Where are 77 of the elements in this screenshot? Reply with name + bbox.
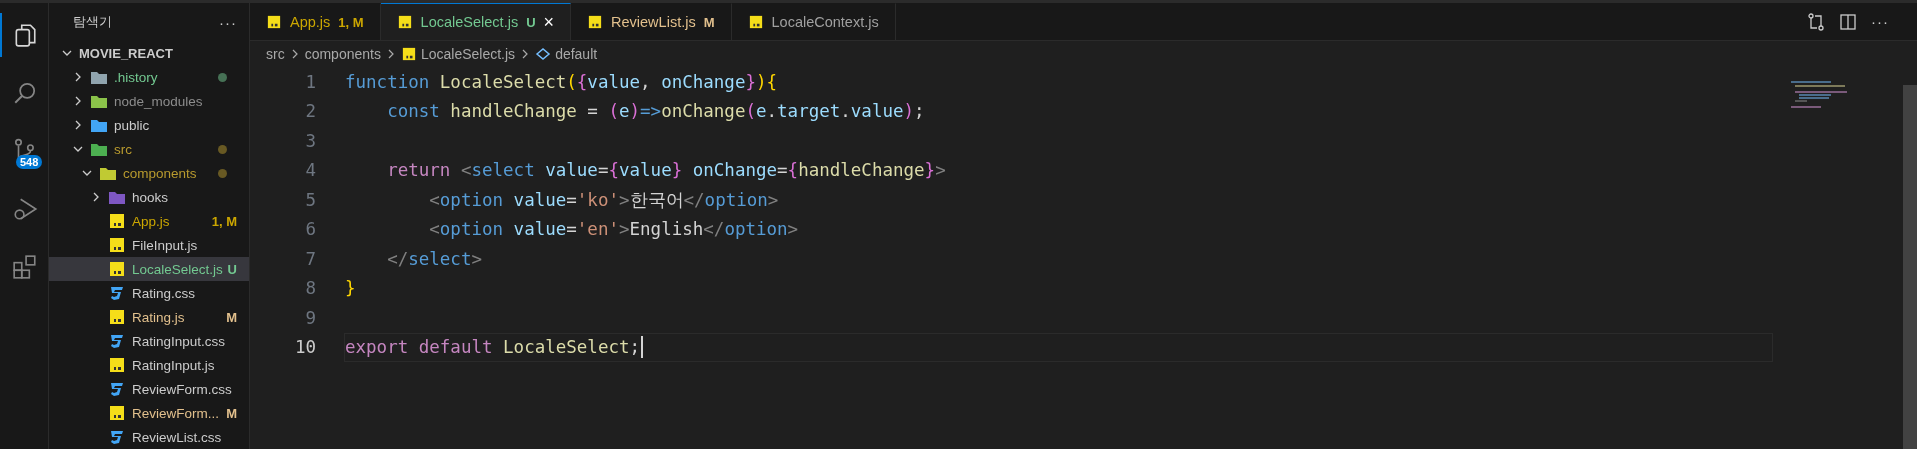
tree-item[interactable]: ReviewForm... M bbox=[49, 401, 249, 425]
js-file-icon bbox=[108, 357, 126, 373]
js-file-icon bbox=[400, 47, 417, 61]
css-file-icon bbox=[108, 381, 126, 397]
tree-item[interactable]: LocaleSelect.js U bbox=[49, 257, 249, 281]
js-file-icon bbox=[108, 309, 126, 325]
line-number: 9 bbox=[304, 307, 316, 328]
line-number: 5 bbox=[304, 189, 316, 210]
files-icon bbox=[15, 24, 36, 47]
breadcrumb-item[interactable]: components bbox=[304, 46, 381, 62]
scrollbar[interactable] bbox=[1903, 85, 1917, 449]
folder-icon bbox=[90, 69, 108, 85]
line-number: 7 bbox=[304, 248, 316, 269]
tree-item[interactable]: src bbox=[49, 137, 249, 161]
close-button[interactable]: × bbox=[543, 11, 555, 33]
js-file-icon bbox=[587, 15, 604, 29]
tree-item[interactable]: FileInput.js bbox=[49, 233, 249, 257]
line-number: 10 bbox=[293, 337, 316, 358]
js-file-icon bbox=[747, 15, 764, 29]
code-line: <option value='ko'>한국어</option> bbox=[428, 188, 779, 212]
breadcrumb-item[interactable]: src bbox=[266, 46, 285, 62]
line-number: 8 bbox=[304, 278, 316, 299]
breadcrumb-item[interactable]: LocaleSelect.js bbox=[420, 46, 516, 62]
explorer-title: 탐색기 bbox=[73, 13, 112, 31]
css-file-icon bbox=[108, 285, 126, 301]
tree-item[interactable]: ReviewForm.css bbox=[49, 377, 249, 401]
project-header[interactable]: MOVIE_REACT bbox=[49, 41, 249, 65]
more-actions-button[interactable]: ··· bbox=[219, 13, 237, 31]
tree-item[interactable]: node_modules bbox=[49, 89, 249, 113]
js-file-icon bbox=[108, 261, 126, 277]
activity-bar-item[interactable]: 548 bbox=[0, 129, 48, 173]
more-actions-button[interactable]: ··· bbox=[1871, 13, 1889, 30]
js-file-icon bbox=[108, 213, 126, 229]
tree-item[interactable]: .history bbox=[49, 65, 249, 89]
tree-item[interactable]: hooks bbox=[49, 185, 249, 209]
split-editor-icon[interactable] bbox=[1839, 12, 1857, 31]
code-line: export default LocaleSelect; bbox=[345, 337, 641, 358]
compare-changes-icon[interactable] bbox=[1807, 12, 1825, 31]
code-line: const handleChange = (e)=>onChange(e.target.value); bbox=[386, 101, 925, 122]
tree-item[interactable]: components bbox=[49, 161, 249, 185]
folder-icon bbox=[90, 141, 108, 157]
tree-item[interactable]: RatingInput.css bbox=[49, 329, 249, 353]
folder-icon bbox=[108, 189, 126, 205]
line-number: 3 bbox=[304, 130, 316, 151]
tree-item[interactable]: App.js 1, M bbox=[49, 209, 249, 233]
code-line: function LocaleSelect({value, onChange}){ bbox=[345, 71, 778, 92]
css-file-icon bbox=[108, 429, 126, 445]
symbol-icon bbox=[535, 47, 552, 61]
code-line: return <select value={value} onChange={handleChange}> bbox=[386, 160, 946, 181]
js-file-icon bbox=[108, 237, 126, 253]
css-file-icon bbox=[108, 333, 126, 349]
folder-icon bbox=[90, 93, 108, 109]
line-number: 1 bbox=[304, 71, 316, 92]
count-badge: 548 bbox=[16, 155, 43, 169]
folder-icon bbox=[90, 117, 108, 133]
tree-item[interactable]: public bbox=[49, 113, 249, 137]
code-line: </select> bbox=[386, 248, 482, 269]
tree-item[interactable]: RatingInput.js bbox=[49, 353, 249, 377]
js-file-icon bbox=[108, 405, 126, 421]
extensions-icon bbox=[13, 255, 36, 279]
editor-tab[interactable]: LocaleSelect.js U × bbox=[380, 3, 572, 40]
tree-item[interactable]: ReviewList.css bbox=[49, 425, 249, 449]
code-line: } bbox=[345, 278, 356, 299]
line-number: 2 bbox=[304, 101, 316, 122]
code-line: <option value='en'>English</option> bbox=[428, 219, 799, 240]
run-debug-icon bbox=[14, 198, 38, 220]
breadcrumb-item[interactable]: default bbox=[555, 46, 598, 62]
js-file-icon bbox=[396, 15, 413, 29]
tree-item[interactable]: Rating.css bbox=[49, 281, 249, 305]
line-number: 4 bbox=[304, 160, 316, 181]
js-file-icon bbox=[266, 15, 282, 29]
tree-item[interactable]: Rating.js M bbox=[49, 305, 249, 329]
text-cursor bbox=[641, 336, 644, 359]
search-icon bbox=[14, 82, 36, 104]
folder-icon bbox=[99, 165, 117, 181]
minimap-drawing bbox=[1791, 81, 1847, 108]
line-number: 6 bbox=[304, 219, 316, 240]
